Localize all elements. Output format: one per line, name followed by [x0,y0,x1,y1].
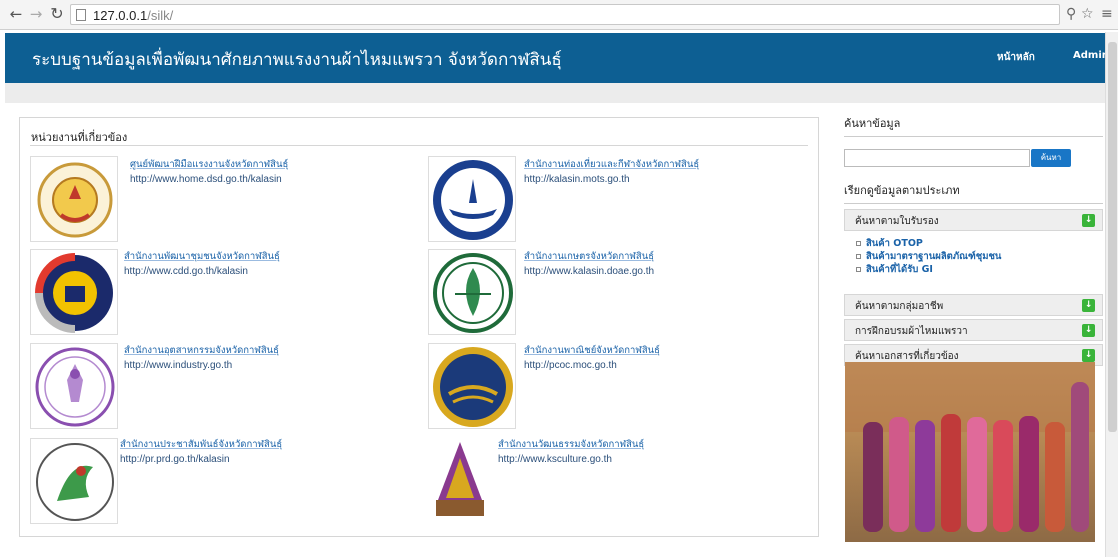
industry-logo[interactable] [30,343,118,429]
sidebar: ค้นหาข้อมูล ค้นหา เรียกดูข้อมูลตามประเภท… [844,114,1103,366]
accordion-occupation[interactable]: ค้นหาตามกลุ่มอาชีพ ↓ [844,294,1103,316]
doae-logo[interactable] [428,249,516,335]
accordion-training[interactable]: การฝึกอบรมผ้าไหมแพรวา ↓ [844,319,1103,341]
menu-icon[interactable]: ≡ [1101,6,1113,22]
category-heading: เรียกดูข้อมูลตามประเภท [844,181,1103,204]
forward-arrow-icon[interactable]: → [28,6,44,22]
panel-heading: หน่วยงานที่เกี่ยวข้อง [31,131,128,144]
address-bar[interactable]: 127.0.0.1/silk/ [70,4,1060,25]
search-input[interactable] [844,149,1030,167]
site-title[interactable]: ระบบฐานข้อมูลเพื่อพัฒนาศักยภาพแรงงานผ้าไ… [32,46,562,73]
agency-name[interactable]: สำนักงานพาณิชย์จังหวัดกาฬสินธุ์ [524,343,660,358]
agency-card: สำนักงานประชาสัมพันธ์จังหวัดกาฬสินธุ์ ht… [120,437,282,465]
expand-icon[interactable]: ↓ [1082,299,1095,312]
search-button[interactable]: ค้นหา [1031,149,1071,167]
accordion-label: ค้นหาตามใบรับรอง [855,216,939,227]
scrollbar-thumb[interactable] [1108,42,1117,432]
browser-toolbar: ← → ↻ 127.0.0.1/silk/ ⚲ ☆ ≡ [0,0,1118,30]
agency-card: สำนักงานพาณิชย์จังหวัดกาฬสินธุ์ http://p… [524,343,660,371]
back-arrow-icon[interactable]: ← [8,6,24,22]
agency-name[interactable]: สำนักงานประชาสัมพันธ์จังหวัดกาฬสินธุ์ [120,437,282,452]
agency-card: สำนักงานอุตสาหกรรมจังหวัดกาฬสินธุ์ http:… [124,343,279,371]
nav-home-link[interactable]: หน้าหลัก [997,50,1035,65]
expand-icon[interactable]: ↓ [1082,214,1095,227]
agency-url[interactable]: http://pcoc.moc.go.th [524,360,660,371]
accordion-label: การฝึกอบรมผ้าไหมแพรวา [855,326,968,337]
agency-card: ศูนย์พัฒนาฝีมือแรงงานจังหวัดกาฬสินธุ์ ht… [130,157,288,185]
agency-name[interactable]: สำนักงานท่องเที่ยวและกีฬาจังหวัดกาฬสินธุ… [524,157,699,172]
search-row: ค้นหา [844,147,1103,169]
agency-url[interactable]: http://www.home.dsd.go.th/kalasin [130,174,288,185]
agency-url[interactable]: http://kalasin.mots.go.th [524,174,699,185]
agency-name[interactable]: สำนักงานพัฒนาชุมชนจังหวัดกาฬสินธุ์ [124,249,280,264]
accordion-label: ค้นหาตามกลุ่มอาชีพ [855,301,944,312]
mots-logo[interactable] [428,156,516,242]
expand-icon[interactable]: ↓ [1082,349,1095,362]
agency-url[interactable]: http://pr.prd.go.th/kalasin [120,454,282,465]
agency-card: สำนักงานท่องเที่ยวและกีฬาจังหวัดกาฬสินธุ… [524,157,699,185]
agency-url[interactable]: http://www.ksculture.go.th [498,454,644,465]
site-header: ระบบฐานข้อมูลเพื่อพัฒนาศักยภาพแรงงานผ้าไ… [5,33,1113,83]
related-agencies-panel: หน่วยงานที่เกี่ยวข้อง ศูนย์พัฒนาฝีมือแรง… [19,117,819,537]
agency-name[interactable]: สำนักงานวัฒนธรรมจังหวัดกาฬสินธุ์ [498,437,644,452]
heading-divider [30,145,808,146]
agency-url[interactable]: http://www.industry.go.th [124,360,279,371]
bullet-icon [856,267,861,272]
bullet-icon [856,254,861,259]
bullet-icon [856,241,861,246]
agency-name[interactable]: ศูนย์พัฒนาฝีมือแรงงานจังหวัดกาฬสินธุ์ [130,157,288,172]
accordion-certificate[interactable]: ค้นหาตามใบรับรอง ↓ [844,209,1103,231]
culture-logo[interactable] [428,438,492,524]
address-url: 127.0.0.1/silk/ [93,8,173,23]
reload-icon[interactable]: ↻ [49,6,65,22]
agency-name[interactable]: สำนักงานอุตสาหกรรมจังหวัดกาฬสินธุ์ [124,343,279,358]
url-path: /silk/ [147,8,174,23]
url-host: 127.0.0.1 [93,8,148,23]
agency-card: สำนักงานวัฒนธรรมจังหวัดกาฬสินธุ์ http://… [498,437,644,465]
agency-card: สำนักงานเกษตรจังหวัดกาฬสินธุ์ http://www… [524,249,654,277]
agency-name[interactable]: สำนักงานเกษตรจังหวัดกาฬสินธุ์ [524,249,654,264]
zoom-icon[interactable]: ⚲ [1066,6,1076,22]
bookmark-star-icon[interactable]: ☆ [1081,6,1094,22]
agency-card: สำนักงานพัฒนาชุมชนจังหวัดกาฬสินธุ์ http:… [124,249,280,277]
page-icon [76,9,86,21]
certificate-submenu: สินค้า OTOP สินค้ามาตราฐานผลิตภัณฑ์ชุมชน… [844,231,1103,291]
group-photo [845,362,1095,542]
moc-logo[interactable] [428,343,516,429]
prd-logo[interactable] [30,438,118,524]
sub-bar [5,83,1113,103]
cdd-logo[interactable] [30,249,118,335]
nav-admin-link[interactable]: Admin [1073,50,1109,61]
submenu-item-gi[interactable]: สินค้าที่ได้รับ GI [856,263,1103,276]
submenu-item-label: สินค้าที่ได้รับ GI [866,264,933,275]
page-scrollbar[interactable] [1105,32,1118,557]
dsd-logo[interactable] [30,156,118,242]
search-heading: ค้นหาข้อมูล [844,114,1103,137]
agency-url[interactable]: http://www.cdd.go.th/kalasin [124,266,280,277]
expand-icon[interactable]: ↓ [1082,324,1095,337]
agency-url[interactable]: http://www.kalasin.doae.go.th [524,266,654,277]
